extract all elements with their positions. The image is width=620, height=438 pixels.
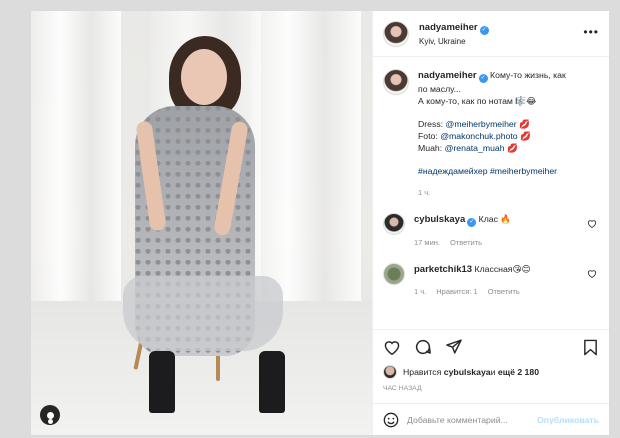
mention-link[interactable]: @makonchuk.photo: [440, 131, 517, 141]
comment-text: Клас 🔥: [478, 214, 512, 224]
likes-prefix: Нравится: [403, 367, 442, 377]
share-button[interactable]: [445, 338, 463, 355]
verified-badge-icon: ✓: [478, 74, 488, 83]
mention-link[interactable]: @meiherbymeiher: [446, 119, 517, 129]
emoji: 💋: [520, 131, 531, 141]
add-comment-bar: Опубликовать: [373, 403, 609, 435]
liker-avatar[interactable]: [383, 365, 397, 379]
mention-link[interactable]: @renata_muah: [445, 143, 505, 153]
comment-time[interactable]: 1 ч.: [414, 287, 426, 296]
save-button[interactable]: [583, 339, 598, 358]
likes-suffix: и: [490, 367, 496, 377]
commenter-avatar[interactable]: [383, 213, 405, 235]
comment-text: Классная😘😊: [474, 264, 531, 274]
comment-time[interactable]: 17 мин.: [414, 238, 440, 247]
curtain: [251, 11, 361, 311]
publish-button[interactable]: Опубликовать: [537, 415, 599, 425]
model-skirt: [123, 276, 283, 351]
comment-icon: [415, 339, 431, 354]
post-side-panel: nadyameiher ✓ Kyiv, Ukraine ••• nadyameih…: [372, 11, 609, 435]
curtain: [31, 11, 121, 311]
more-horizontal-icon[interactable]: •••: [583, 26, 599, 38]
likes-count[interactable]: ещё 2 180: [498, 367, 539, 377]
smiley-icon[interactable]: [383, 412, 399, 428]
heart-icon[interactable]: [587, 269, 597, 278]
heart-icon: [384, 340, 400, 355]
paper-plane-icon: [446, 339, 462, 354]
liker-username[interactable]: cybulskaya: [444, 367, 491, 377]
caption-label: Dress:: [418, 119, 446, 129]
person-tag-icon[interactable]: [40, 405, 60, 425]
comment-input[interactable]: [407, 414, 537, 425]
comments-list: nadyameiher ✓ Кому-то жизнь, как по маслу…: [373, 57, 609, 329]
emoji: 💋: [519, 119, 530, 129]
caption-line: Кому-то жизнь, как: [490, 70, 566, 80]
caption-line: А кому-то, как по нотам 🎼😂: [418, 96, 537, 106]
caption-time[interactable]: 1 ч.: [418, 187, 566, 199]
commenter-username[interactable]: cybulskaya: [414, 214, 465, 225]
bookmark-icon: [584, 339, 597, 356]
post-photo[interactable]: [31, 11, 372, 435]
reply-button[interactable]: Ответить: [488, 287, 520, 296]
comment-item: cybulskaya ✓ Клас 🔥 17 мин. Ответить: [383, 213, 599, 249]
author-username[interactable]: nadyameiher: [419, 22, 478, 33]
post-header: nadyameiher ✓ Kyiv, Ukraine •••: [373, 11, 609, 57]
model-face: [181, 49, 227, 105]
model-boot: [259, 351, 285, 413]
comment-button[interactable]: [414, 338, 432, 356]
verified-badge-icon: ✓: [467, 218, 477, 227]
post-modal: nadyameiher ✓ Kyiv, Ukraine ••• nadyameih…: [30, 10, 610, 436]
author-avatar[interactable]: [383, 20, 409, 47]
like-button[interactable]: [383, 339, 401, 355]
post-location[interactable]: Kyiv, Ukraine: [419, 37, 489, 46]
commenter-username[interactable]: parketchik13: [414, 264, 472, 275]
likes-summary: Нравится cybulskaya и ещё 2 180: [373, 363, 609, 381]
post-time[interactable]: Час назад: [373, 381, 609, 403]
comment-item: parketchik13 Классная😘😊 1 ч. Нравится: 1 О…: [383, 263, 599, 298]
caption-username[interactable]: nadyameiher: [418, 70, 477, 81]
post-caption: nadyameiher ✓ Кому-то жизнь, как по маслу…: [383, 69, 599, 199]
comment-likes[interactable]: Нравится: 1: [436, 287, 477, 296]
post-actions: [373, 329, 609, 363]
caption-line: по маслу...: [418, 84, 461, 94]
caption-label: Foto:: [418, 131, 441, 141]
commenter-avatar[interactable]: [383, 263, 405, 285]
heart-icon[interactable]: [587, 219, 597, 228]
verified-badge-icon: ✓: [479, 25, 489, 35]
author-avatar[interactable]: [383, 69, 409, 95]
reply-button[interactable]: Ответить: [450, 238, 482, 247]
caption-label: Muah:: [418, 143, 445, 153]
hashtags[interactable]: #надеждамейхер #meiherbymeiher: [418, 165, 566, 177]
emoji: 💋: [507, 143, 518, 153]
model-boot: [149, 351, 175, 413]
